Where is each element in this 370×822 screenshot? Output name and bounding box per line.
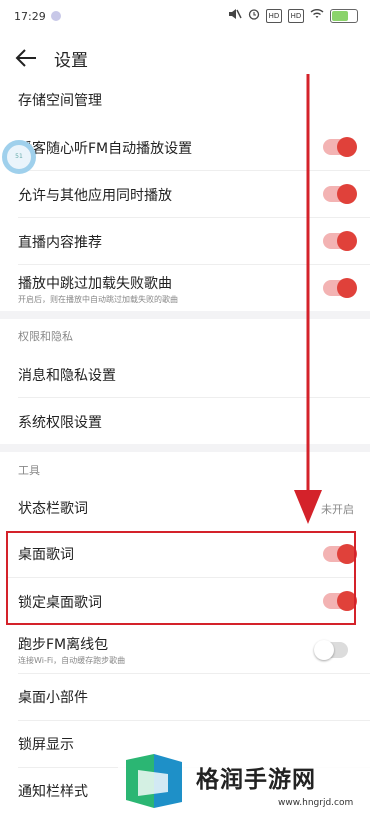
status-bar: 17:29 HD HD bbox=[0, 0, 370, 34]
signal-hd-icon: HD bbox=[266, 8, 282, 23]
toggle-knob bbox=[337, 184, 357, 204]
page-title: 设置 bbox=[54, 51, 88, 71]
battery-icon bbox=[330, 8, 358, 23]
watermark-url: www.hngrjd.com bbox=[278, 798, 354, 808]
floating-ball[interactable]: 51 bbox=[2, 140, 36, 174]
settings-row-desktop-widget[interactable]: 桌面小部件 bbox=[0, 674, 370, 720]
section-title: 权限和隐私 bbox=[18, 330, 73, 343]
row-description: 开启后，则在播放中自动跳过加载失败的歌曲 bbox=[18, 295, 178, 304]
mute-icon bbox=[228, 8, 242, 23]
section-title: 工具 bbox=[18, 464, 40, 477]
row-label: 直播内容推荐 bbox=[18, 235, 102, 251]
row-label: 通知栏样式 bbox=[18, 784, 88, 800]
row-description: 连接Wi-Fi，自动缓存跑步歌曲 bbox=[18, 656, 126, 665]
annotation-highlight-box bbox=[6, 531, 356, 625]
watermark: 格润手游网 www.hngrjd.com bbox=[118, 742, 370, 822]
status-time: 17:29 bbox=[14, 10, 46, 23]
row-label: 状态栏歌词 bbox=[18, 501, 88, 517]
row-label: 系统权限设置 bbox=[18, 415, 102, 431]
row-label: 锁屏显示 bbox=[18, 737, 74, 753]
watermark-logo-icon bbox=[126, 754, 182, 808]
toggle-knob bbox=[337, 137, 357, 157]
watermark-text: 格润手游网 bbox=[196, 767, 316, 793]
settings-row-running-fm[interactable]: 跑步FM离线包 连接Wi-Fi，自动缓存跑步歌曲 bbox=[0, 627, 370, 673]
notification-icon bbox=[50, 10, 62, 22]
row-label: 跑步FM离线包 bbox=[18, 637, 109, 653]
alarm-icon bbox=[248, 8, 260, 23]
toggle-knob bbox=[337, 231, 357, 251]
row-label: 允许与其他应用同时播放 bbox=[18, 188, 172, 204]
row-label: 播放中跳过加载失败歌曲 bbox=[18, 276, 172, 292]
status-icons: HD HD bbox=[228, 8, 358, 23]
wifi-icon bbox=[310, 8, 324, 23]
back-arrow-icon[interactable] bbox=[12, 44, 42, 72]
signal-hd-icon-2: HD bbox=[288, 8, 304, 23]
toggle-knob bbox=[314, 640, 334, 660]
row-label: 存储空间管理 bbox=[18, 93, 102, 109]
toggle-running-fm[interactable] bbox=[314, 640, 348, 660]
toggle-knob bbox=[337, 278, 357, 298]
annotation-arrow-icon bbox=[294, 74, 322, 524]
row-label: 消息和隐私设置 bbox=[18, 368, 116, 384]
row-label: 桌面小部件 bbox=[18, 690, 88, 706]
row-label: 播客随心听FM自动播放设置 bbox=[18, 141, 193, 157]
